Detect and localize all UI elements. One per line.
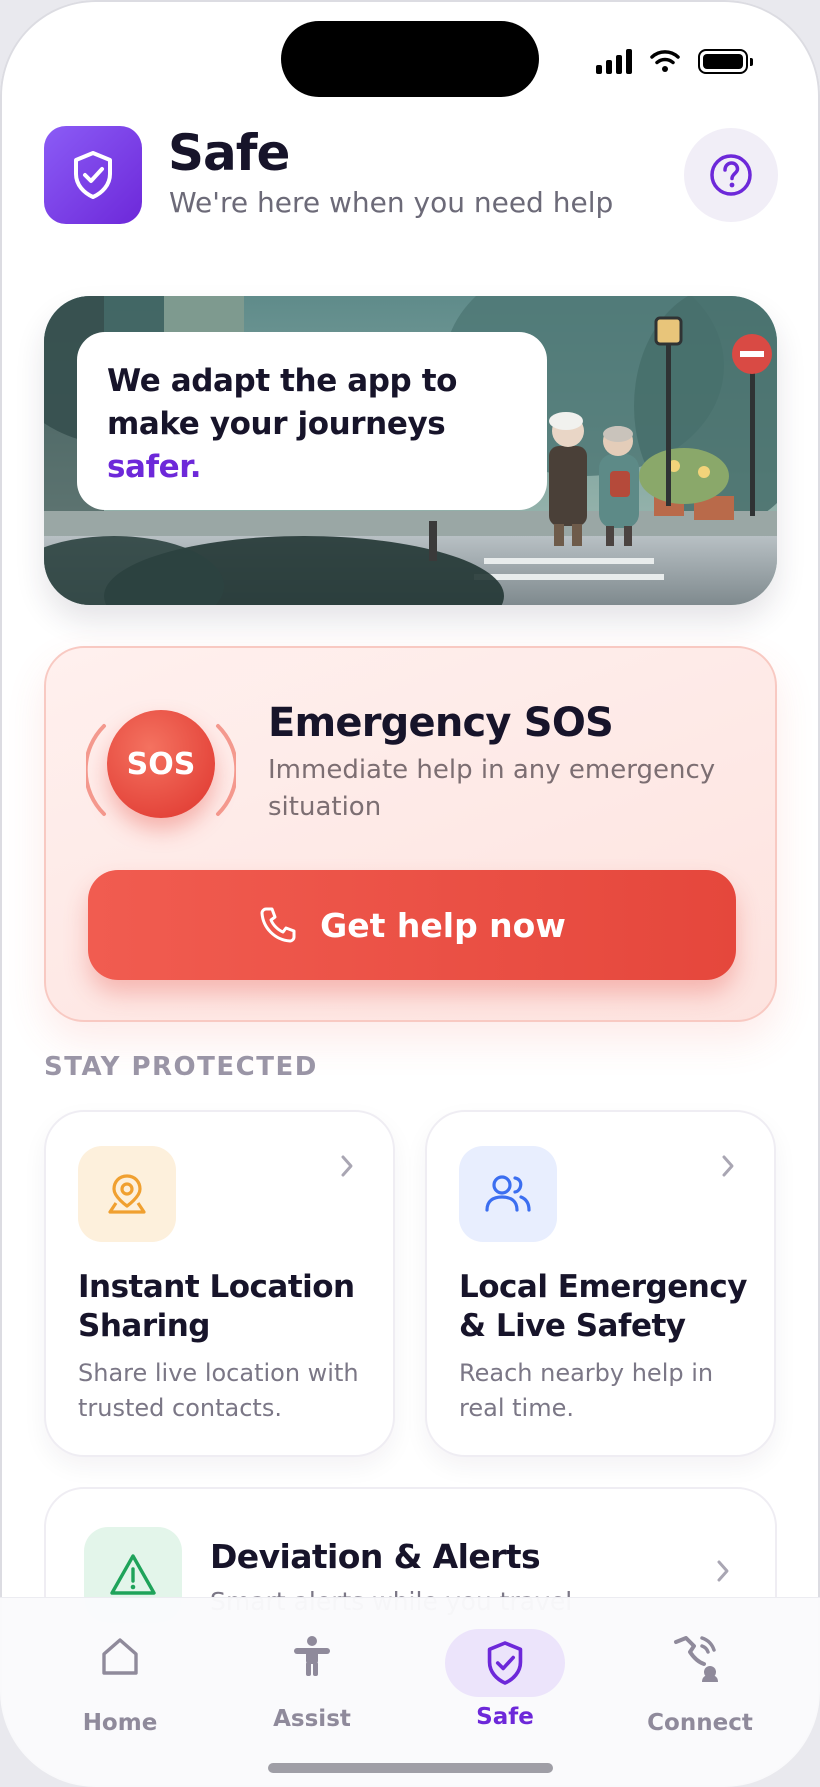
tab-home[interactable]: Home bbox=[40, 1598, 200, 1748]
location-icon-tile bbox=[78, 1146, 176, 1242]
home-icon bbox=[98, 1634, 142, 1678]
feature-title: Local Emergency & Live Safety bbox=[459, 1269, 747, 1344]
chevron-right-icon bbox=[717, 1560, 729, 1582]
users-icon-tile bbox=[459, 1146, 557, 1242]
banner-highlight: safer. bbox=[107, 449, 202, 485]
tab-assist[interactable]: Assist bbox=[232, 1598, 392, 1748]
banner-message: We adapt the app to make your journeys s… bbox=[77, 332, 547, 510]
app-logo bbox=[44, 126, 142, 224]
warning-triangle-icon bbox=[110, 1554, 156, 1595]
tab-connect[interactable]: Connect bbox=[620, 1598, 780, 1748]
person-icon bbox=[290, 1634, 334, 1678]
feature-description: Share live location with trusted contact… bbox=[78, 1359, 359, 1422]
get-help-now-button[interactable]: Get help now bbox=[88, 870, 736, 980]
chevron-right-icon bbox=[722, 1155, 734, 1177]
feature-description: Reach nearby help in real time. bbox=[459, 1359, 714, 1422]
tab-assist-label: Assist bbox=[273, 1706, 351, 1732]
help-button[interactable] bbox=[684, 128, 778, 222]
chevron-right-icon bbox=[341, 1155, 353, 1177]
emergency-sos-card[interactable]: SOS Emergency SOS Immediate help in any … bbox=[44, 646, 777, 1022]
tab-home-label: Home bbox=[82, 1710, 158, 1736]
banner-line-1: We adapt the app to bbox=[107, 363, 458, 399]
battery-icon bbox=[698, 48, 753, 74]
journey-banner: We adapt the app to make your journeys s… bbox=[44, 296, 777, 605]
bottom-tab-bar: Home Assist Safe Connect bbox=[0, 1597, 820, 1787]
shield-check-icon bbox=[445, 1629, 565, 1697]
phone-screen: Safe We're here when you need help We ad… bbox=[0, 0, 820, 1787]
page-subtitle: We're here when you need help bbox=[169, 186, 614, 219]
home-indicator[interactable] bbox=[268, 1763, 553, 1773]
phone-icon bbox=[260, 907, 296, 943]
sos-title: Emergency SOS bbox=[268, 700, 614, 746]
instant-location-sharing-card[interactable]: Instant Location Sharing Share live loca… bbox=[44, 1110, 395, 1457]
tab-connect-label: Connect bbox=[647, 1710, 753, 1736]
status-bar-icons bbox=[596, 48, 753, 74]
sos-description: Immediate help in any emergency situatio… bbox=[268, 755, 716, 822]
map-pin-icon bbox=[108, 1174, 146, 1214]
question-circle-icon bbox=[710, 154, 752, 196]
dynamic-island bbox=[281, 21, 539, 97]
banner-line-2: make your journeys bbox=[107, 406, 446, 442]
users-icon bbox=[485, 1175, 531, 1212]
get-help-now-label: Get help now bbox=[320, 905, 566, 945]
local-emergency-card[interactable]: Local Emergency & Live Safety Reach near… bbox=[425, 1110, 776, 1457]
feature-title: Instant Location Sharing bbox=[78, 1269, 355, 1344]
cellular-signal-icon bbox=[596, 48, 632, 74]
shield-check-icon bbox=[74, 151, 112, 199]
tab-safe-label: Safe bbox=[476, 1704, 534, 1730]
deviation-title: Deviation & Alerts bbox=[210, 1537, 541, 1576]
wifi-icon bbox=[650, 50, 680, 72]
section-title: STAY PROTECTED bbox=[44, 1052, 318, 1082]
connect-icon bbox=[672, 1632, 728, 1682]
tab-safe[interactable]: Safe bbox=[425, 1598, 585, 1748]
page-title: Safe bbox=[168, 124, 290, 182]
sos-badge: SOS bbox=[107, 710, 215, 818]
